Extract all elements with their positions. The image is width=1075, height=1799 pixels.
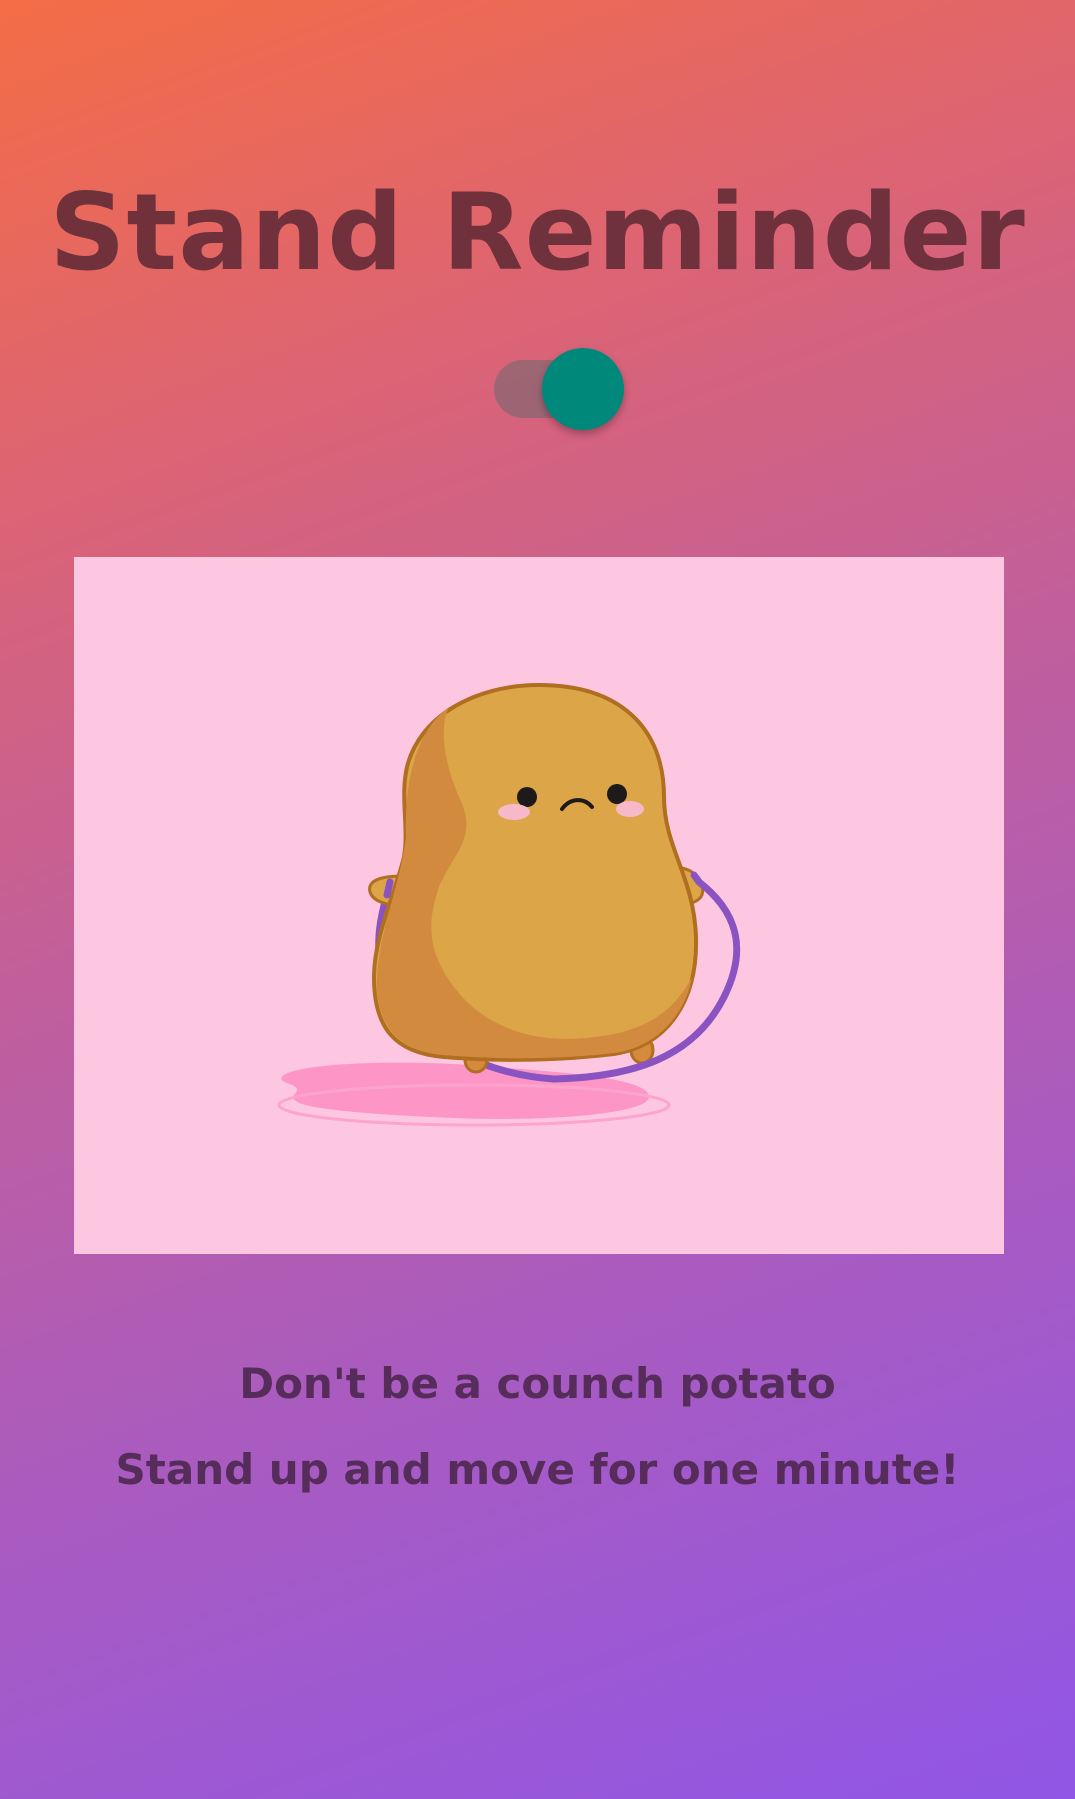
jump-rope-right-handle <box>690 871 703 886</box>
potato-left-cheek <box>498 804 530 820</box>
page-title: Stand Reminder <box>49 171 1026 294</box>
potato-illustration-card <box>74 557 1004 1254</box>
potato-right-eye <box>607 784 627 804</box>
reminder-toggle-switch[interactable] <box>492 348 624 436</box>
jump-rope-left-handle <box>383 878 394 899</box>
message-line-2: Stand up and move for one minute! <box>115 1445 960 1494</box>
toggle-knob <box>542 348 624 430</box>
potato-left-eye <box>517 787 537 807</box>
potato-right-cheek <box>616 801 644 817</box>
potato-jump-rope-icon <box>277 682 741 1127</box>
message-line-1: Don't be a counch potato <box>239 1359 836 1408</box>
